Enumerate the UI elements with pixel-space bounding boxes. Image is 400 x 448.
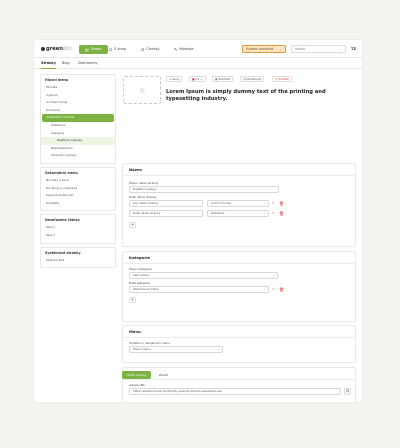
sidebar-item[interactable]: Novinky a akce (41, 177, 115, 185)
sidebar-item-current[interactable]: Digitální výstupy (41, 137, 115, 145)
section-tabs: Stránky Blog Dokumenty (34, 58, 362, 69)
trash-icon[interactable]: 🗑 (279, 287, 284, 292)
logo[interactable]: greendot (41, 46, 72, 52)
sidebar-item[interactable]: Stránka 404 (41, 257, 115, 265)
sidebar-group-title: Hlavní menu (45, 78, 69, 82)
other-category-select[interactable]: Obsluhovací plány ⌄ (129, 286, 269, 293)
sidebar-group-unassigned: Nezařazené články Test 1 Test 2 (40, 214, 116, 244)
trash-icon[interactable]: 🗑 (279, 201, 284, 206)
main-category-label: Hlavní kategorie (129, 267, 152, 271)
members-icon: ⊟ (141, 47, 145, 52)
top-bar: greendot ▤ Obsah ⊡ E-shop ⊟ Členský ✎ Nástro… (34, 40, 362, 58)
chevron-down-icon: ⌄ (263, 211, 266, 215)
tab-documents[interactable]: Dokumenty (78, 61, 98, 65)
url-label: Adresa URL (129, 383, 146, 387)
main-category-select[interactable]: Letní zpěvy ⌄ (129, 272, 278, 279)
duplicate-button[interactable]: ❐ Duplikovat (240, 76, 265, 82)
chevron-down-icon: ⌄ (279, 47, 282, 51)
sidebar-item[interactable]: Knihovna (41, 107, 115, 115)
sidebar-item[interactable]: Archivní fondy (41, 99, 115, 107)
cart-icon: ⊡ (109, 47, 113, 52)
trash-icon: ✕ (275, 77, 278, 81)
nav-tools[interactable]: ✎ Nástroje (171, 45, 197, 54)
sidebar-item-active[interactable]: Publikační činnost (42, 114, 114, 122)
sidebar-item[interactable]: Témata (41, 84, 115, 92)
menu-location-select[interactable]: Hlavní menu ⌄ (129, 346, 223, 353)
sidebar-item[interactable]: Test 2 (41, 232, 115, 240)
sidebar-item[interactable]: Pro školy a veřejnost (41, 185, 115, 193)
nav-members[interactable]: ⊟ Členský (138, 45, 163, 54)
logo-text: green (46, 46, 64, 52)
sidebar-item[interactable]: Výzkum (41, 92, 115, 100)
logo-dot-icon (41, 46, 45, 51)
clear-icon[interactable]: ✕ (272, 201, 275, 205)
other-name-select[interactable]: Archivní fondy ⌄ (207, 200, 269, 207)
clear-icon[interactable]: ✕ (272, 287, 275, 291)
tab-blog[interactable]: Blog (62, 61, 70, 65)
other-names-label: Další názvy stránky (129, 195, 157, 199)
flag-icon: ■ (192, 77, 195, 81)
sidebar-item[interactable]: Spisová služba AV (41, 192, 115, 200)
chevron-down-icon: ⌄ (339, 47, 342, 51)
card-name: Název Hlavní název stránky Digitální výs… (122, 163, 356, 247)
camera-icon: ◎ (139, 86, 145, 94)
sidebar-item[interactable]: Kontakty (41, 200, 115, 208)
url-input[interactable]: https://www.muzcas.cz/cz/fondy-a-sbirky-… (129, 388, 341, 395)
cancel-button[interactable]: Zrušit (159, 371, 168, 379)
content-icon: ▤ (85, 47, 89, 52)
sidebar-group-secondary: Sekundární menu Novinky a akce Pro školy… (40, 166, 116, 212)
sidebar-group-title: Sekundární menu (45, 170, 78, 175)
sidebar-group-main: Hlavní menu Témata Výzkum Archivní fondy… (40, 74, 116, 164)
chevron-down-icon: ⌄ (272, 273, 275, 277)
sidebar-item[interactable]: Vědecké výstupy (41, 152, 115, 160)
sidebar-item[interactable]: Nakladatelství (41, 145, 115, 153)
image-upload[interactable]: ◎ (123, 76, 161, 104)
card-title: Název (129, 167, 142, 172)
menu-location-label: Umístění v navigačním menu (129, 341, 170, 345)
page-title: Lorem Ipsum is simply dummy text of the … (166, 89, 326, 102)
sidebar: Hlavní menu Témata Výzkum Archivní fondy… (40, 74, 116, 271)
sidebar-group-system: Systémové stránky Stránka 404 (40, 246, 116, 269)
chevron-down-icon: ⌄ (263, 287, 266, 291)
add-action-button[interactable]: + Akce (166, 76, 183, 82)
search-select[interactable]: Hledat ⌄ (291, 45, 346, 53)
other-name-input[interactable]: Jiný název stránky (129, 200, 203, 207)
other-category-label: Další kategorie (129, 281, 151, 285)
add-category-button[interactable]: + (129, 297, 136, 303)
card-title: Kategorie (129, 255, 150, 260)
sidebar-group-title: Nezařazené články (45, 218, 80, 223)
chevron-down-icon: ⌄ (200, 77, 203, 81)
card-menu: Menu Umístění v navigačním menu Hlavní m… (122, 325, 356, 363)
clear-icon[interactable]: ✕ (272, 211, 275, 215)
view-button[interactable]: ◉ Zobrazit (212, 76, 233, 82)
save-button[interactable]: Uložit úpravy (122, 371, 151, 379)
logo-suffix: dot (63, 46, 72, 52)
sidebar-item[interactable]: Publikace (41, 122, 115, 130)
trash-icon[interactable]: 🗑 (279, 211, 284, 216)
delete-button[interactable]: ✕ Smazat (272, 76, 292, 82)
tools-icon: ✎ (174, 47, 178, 52)
main-name-label: Hlavní název stránky (129, 181, 159, 185)
language-select[interactable]: ■ CS ⌄ (189, 76, 206, 82)
tab-pages[interactable]: Stránky (41, 61, 56, 69)
nav-content[interactable]: ▤ Obsah (79, 45, 108, 54)
card-other: Ostatní Adresa URL https://www.muzcas.cz… (122, 367, 356, 402)
add-name-button[interactable]: + (129, 222, 136, 228)
environment-select[interactable]: Výrobní prostředí ⌄ (242, 45, 286, 53)
other-name-select[interactable]: Publikace ⌄ (207, 210, 269, 217)
other-name-input[interactable]: Další název stránky (129, 210, 203, 217)
sidebar-group-title: Systémové stránky (45, 250, 81, 255)
chevron-down-icon: ⌄ (263, 201, 266, 205)
link-icon[interactable]: ⛓ (344, 388, 351, 395)
user-avatar[interactable]: TZ (351, 45, 356, 53)
card-category: Kategorie Hlavní kategorie Letní zpěvy ⌄ … (122, 251, 356, 322)
chevron-down-icon: ⌄ (217, 347, 220, 351)
sidebar-item[interactable]: Test 1 (41, 224, 115, 232)
app-window: greendot ▤ Obsah ⊡ E-shop ⊟ Členský ✎ Nástro… (34, 40, 362, 402)
main-name-input[interactable]: Digitální výstupy (129, 186, 279, 193)
nav-eshop[interactable]: ⊡ E-shop (106, 45, 129, 54)
card-title: Menu (129, 329, 141, 334)
sidebar-item[interactable]: Časopisy (41, 130, 115, 138)
